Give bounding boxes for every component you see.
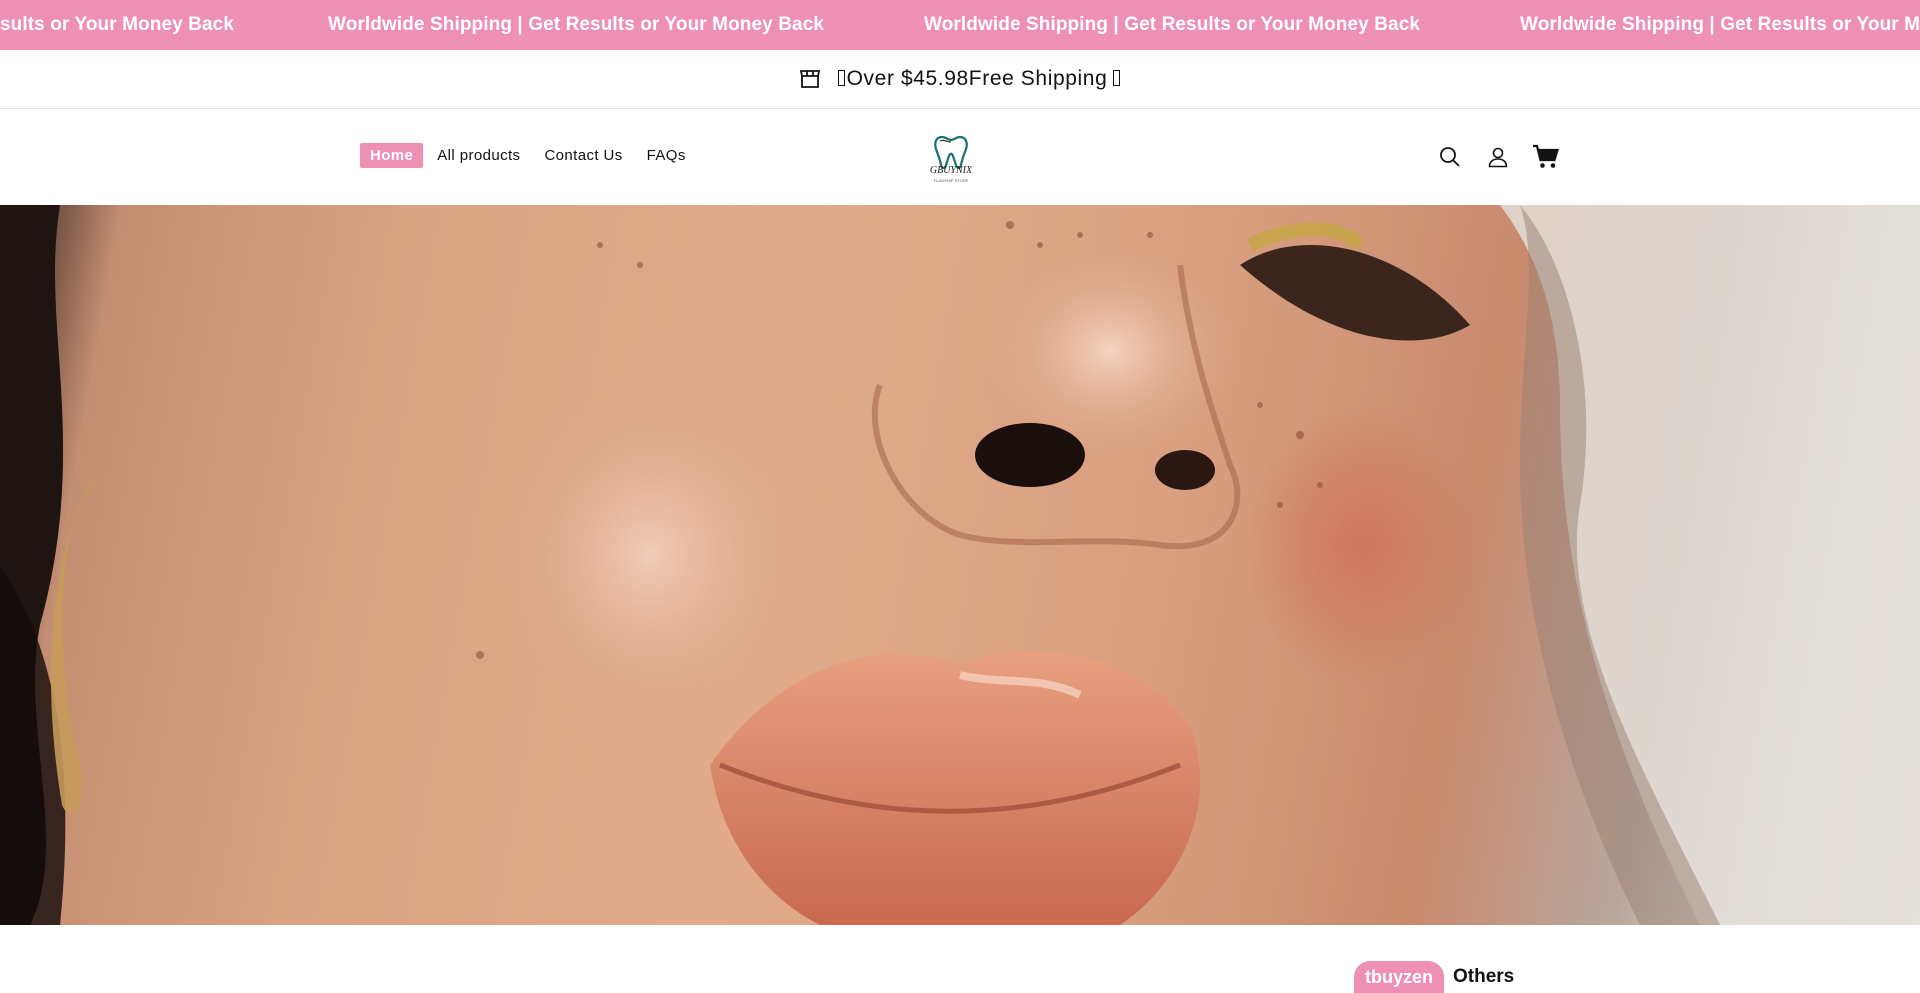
main-nav: Home All products Contact Us FAQs: [360, 143, 700, 168]
cart-icon[interactable]: [1532, 143, 1560, 171]
site-header: Home All products Contact Us FAQs GBUYNI…: [0, 109, 1920, 205]
bottom-section: tbuyzen Others: [0, 925, 1920, 993]
hero-image[interactable]: [0, 205, 1920, 925]
search-icon[interactable]: [1436, 143, 1464, 171]
marquee-item: sults or Your Money Back: [0, 14, 234, 35]
store-icon: [798, 67, 822, 91]
marquee-item: Worldwide Shipping | Get Results or Your…: [1520, 14, 1920, 35]
marquee-item: Worldwide Shipping | Get Results or Your…: [924, 14, 1421, 35]
nav-item-faqs[interactable]: FAQs: [637, 143, 696, 168]
account-icon[interactable]: [1484, 143, 1512, 171]
nav-item-contact-us[interactable]: Contact Us: [534, 143, 632, 168]
missing-glyph-icon: [837, 70, 845, 86]
marquee-item: Worldwide Shipping | Get Results or Your…: [328, 14, 825, 35]
svg-text:GBUYNIX: GBUYNIX: [930, 165, 973, 176]
site-logo[interactable]: GBUYNIX FLAGSHIP STORE: [924, 125, 988, 189]
vendor-chip[interactable]: tbuyzen: [1354, 961, 1445, 993]
announcement-text: Over $45.98Free Shipping: [846, 67, 1108, 90]
nav-item-all-products[interactable]: All products: [427, 143, 530, 168]
marquee-bar: sults or Your Money Back Worldwide Shipp…: [0, 0, 1920, 50]
header-icons: [1436, 143, 1560, 171]
announcement-bar: Over $45.98Free Shipping: [0, 50, 1920, 109]
svg-text:FLAGSHIP STORE: FLAGSHIP STORE: [934, 178, 969, 183]
announcement-text-wrap: Over $45.98Free Shipping: [836, 67, 1123, 91]
others-label[interactable]: Others: [1453, 961, 1514, 993]
missing-glyph-icon: [1113, 70, 1121, 86]
nav-item-home[interactable]: Home: [360, 143, 424, 168]
